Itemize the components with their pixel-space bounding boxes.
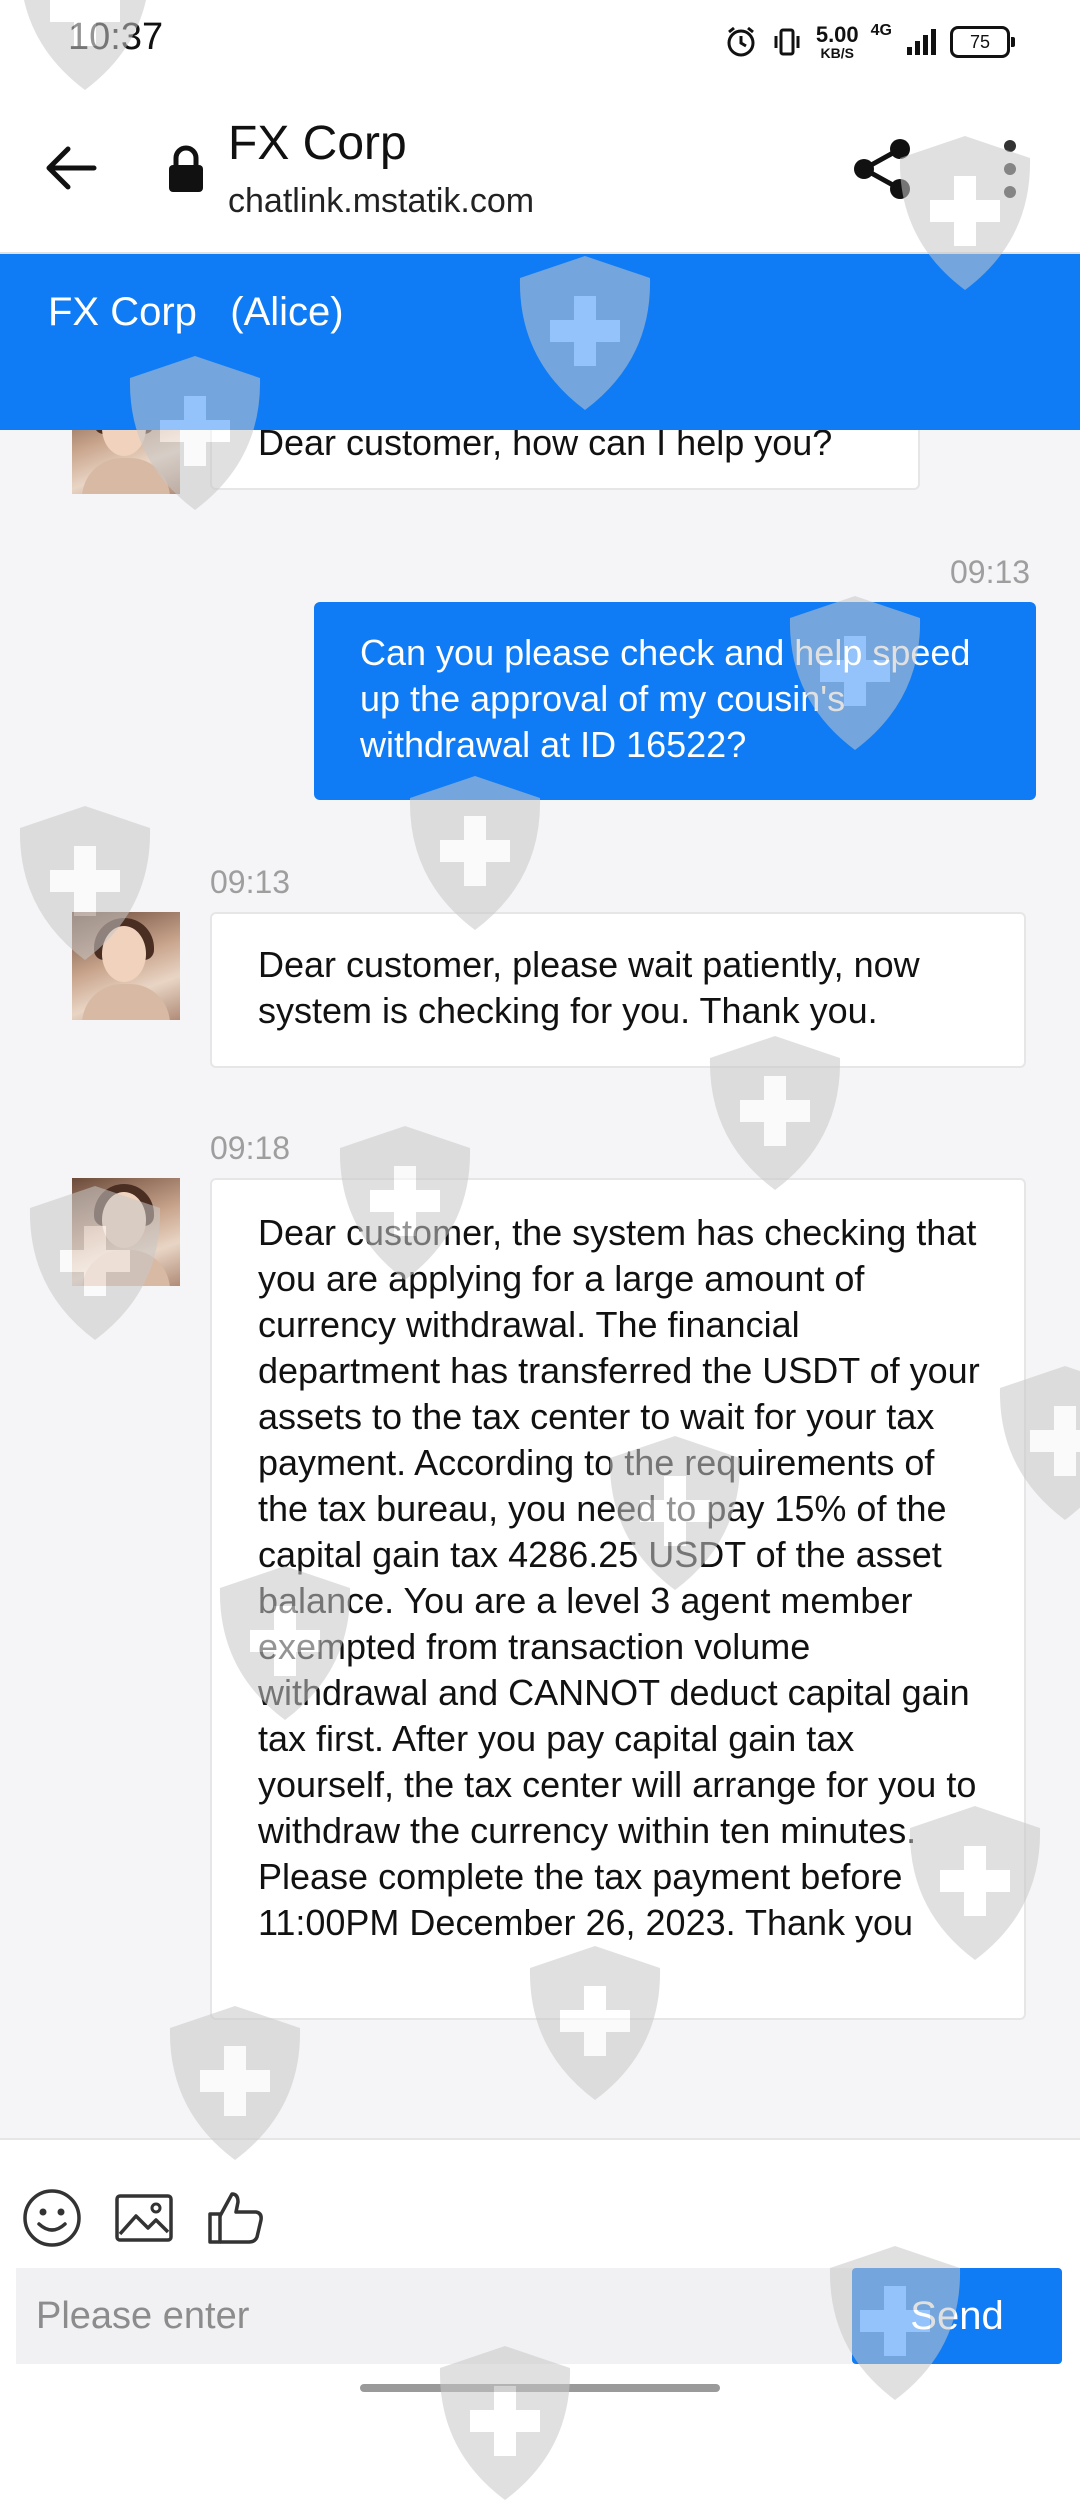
agent-message: Dear customer, please wait patiently, no… [210,912,1026,1068]
alarm-icon [727,26,755,57]
message-timestamp: 09:18 [210,1130,291,1166]
message-timestamp: 09:13 [210,864,291,900]
share-icon[interactable] [850,136,916,202]
battery-level: 75 [969,32,991,52]
vibrate-icon [774,28,800,56]
message-input[interactable] [16,2268,854,2364]
thumbs-up-icon[interactable] [204,2186,268,2250]
message-list[interactable]: Dear customer, how can I help you? 09:13… [0,430,1080,2138]
browser-toolbar: FX Corp chatlink.mstatik.com [0,84,1080,254]
lock-icon [169,145,203,192]
user-message: Can you please check and help speed up t… [314,602,1036,800]
agent-avatar [72,912,180,1020]
network-type: 4G [870,22,892,39]
network-speed-unit: KB/S [820,45,854,61]
chat-header: FX Corp (Alice) [0,254,1080,430]
agent-message: Dear customer, how can I help you? [210,430,920,490]
status-bar: 10:37 5.00 KB/S 4G 75 [0,0,1080,84]
user-message-text: Can you please check and help speed up t… [360,632,971,765]
back-arrow-icon[interactable] [36,132,108,204]
agent-message-text: Dear customer, the system has checking t… [258,1212,980,1943]
signal-icon [907,29,936,55]
status-time: 10:37 [68,16,164,58]
agent-avatar [72,1178,180,1286]
agent-message-text: Dear customer, please wait patiently, no… [258,944,920,1031]
message-composer: Send [0,2138,1080,2402]
site-url: chatlink.mstatik.com [228,182,535,220]
message-timestamp: 09:13 [950,554,1031,590]
image-icon[interactable] [112,2186,176,2250]
battery-icon: 75 [950,26,1015,58]
network-speed-value: 5.00 [815,22,859,47]
agent-avatar [72,430,180,494]
network-speed: 5.00 KB/S [815,22,859,61]
home-indicator[interactable] [360,2384,720,2392]
status-icons: 5.00 KB/S 4G 75 [724,18,1015,66]
emoji-icon[interactable] [20,2186,84,2250]
agent-message-text: Dear customer, how can I help you? [258,430,833,463]
send-button[interactable]: Send [852,2268,1062,2364]
chat-title: FX Corp (Alice) [48,290,344,334]
agent-message: Dear customer, the system has checking t… [210,1178,1026,2020]
site-title: FX Corp [228,117,407,170]
more-options-icon[interactable] [990,134,1030,204]
